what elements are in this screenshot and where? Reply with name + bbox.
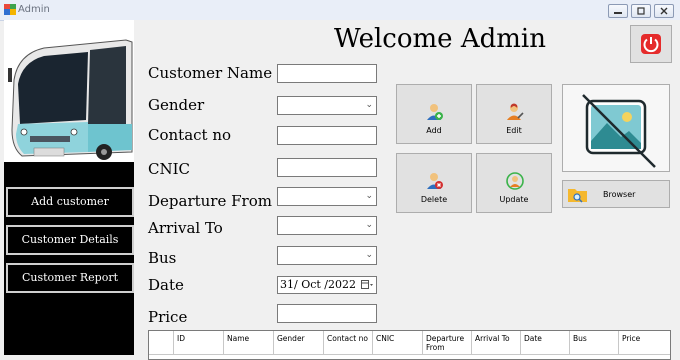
row-header-corner bbox=[149, 331, 174, 355]
add-button[interactable]: Add bbox=[396, 84, 472, 144]
column-header[interactable]: Date bbox=[521, 331, 570, 355]
update-button-label: Update bbox=[499, 195, 529, 204]
bus-select[interactable]: ⌄ bbox=[277, 246, 377, 265]
date-label: Date bbox=[148, 276, 184, 294]
update-user-icon bbox=[506, 172, 524, 190]
contact-input[interactable] bbox=[277, 126, 377, 145]
cnic-input[interactable] bbox=[277, 158, 377, 177]
maximize-button[interactable] bbox=[631, 4, 651, 18]
sidebar: Add customer Customer Details Customer R… bbox=[4, 20, 134, 355]
bus-image bbox=[4, 20, 134, 162]
edit-button-label: Edit bbox=[506, 126, 522, 135]
window-titlebar: Admin bbox=[0, 0, 680, 21]
maximize-icon bbox=[637, 7, 645, 15]
column-header[interactable]: Bus bbox=[570, 331, 619, 355]
bus-icon bbox=[8, 39, 133, 160]
customer-name-input[interactable] bbox=[277, 64, 377, 83]
delete-button[interactable]: Delete bbox=[396, 153, 472, 213]
column-header[interactable]: Gender bbox=[274, 331, 324, 355]
add-button-label: Add bbox=[426, 126, 442, 135]
minimize-icon bbox=[614, 12, 622, 14]
bus-label: Bus bbox=[148, 249, 177, 267]
browse-button-label: Browser bbox=[603, 190, 636, 199]
update-button[interactable]: Update bbox=[476, 153, 552, 213]
chevron-down-icon: ⌄ bbox=[365, 100, 373, 110]
cnic-label: CNIC bbox=[148, 160, 191, 178]
minimize-button[interactable] bbox=[608, 4, 628, 18]
column-header[interactable]: Name bbox=[224, 331, 274, 355]
main-panel: Welcome Admin Customer Name Gender Conta… bbox=[134, 20, 680, 360]
gender-select[interactable]: ⌄ bbox=[277, 96, 377, 115]
browse-button[interactable]: Browser bbox=[562, 180, 670, 208]
chevron-down-icon: ⌄ bbox=[365, 220, 373, 230]
folder-search-icon bbox=[568, 189, 587, 203]
customer-details-button[interactable]: Customer Details bbox=[6, 225, 134, 255]
column-header[interactable]: ID bbox=[174, 331, 224, 355]
power-button[interactable] bbox=[630, 25, 672, 63]
customer-photo bbox=[562, 84, 670, 172]
customer-name-label: Customer Name bbox=[148, 64, 273, 82]
price-input[interactable] bbox=[277, 304, 377, 323]
window-title: Admin bbox=[18, 4, 50, 15]
customer-report-button[interactable]: Customer Report bbox=[6, 263, 134, 293]
column-header[interactable]: Arrival To bbox=[472, 331, 521, 355]
delete-user-icon bbox=[427, 173, 443, 189]
column-header[interactable]: Price bbox=[619, 331, 670, 355]
column-header[interactable]: Departure From bbox=[423, 331, 472, 355]
date-picker[interactable]: 31/ Oct /2022 bbox=[277, 276, 377, 294]
no-image-icon bbox=[582, 94, 656, 168]
app-icon bbox=[4, 4, 16, 15]
departure-label: Departure From bbox=[148, 192, 272, 210]
edit-user-icon bbox=[507, 103, 524, 120]
page-title: Welcome Admin bbox=[334, 24, 546, 54]
arrival-select[interactable]: ⌄ bbox=[277, 216, 377, 235]
edit-button[interactable]: Edit bbox=[476, 84, 552, 144]
chevron-down-icon: ⌄ bbox=[365, 250, 373, 260]
arrival-label: Arrival To bbox=[148, 219, 223, 237]
column-header[interactable]: Contact no bbox=[324, 331, 373, 355]
contact-label: Contact no bbox=[148, 126, 232, 144]
column-header[interactable]: CNIC bbox=[373, 331, 423, 355]
close-button[interactable] bbox=[654, 4, 674, 18]
gender-label: Gender bbox=[148, 96, 205, 114]
calendar-icon[interactable] bbox=[361, 280, 373, 290]
customer-table[interactable]: ID Name Gender Contact no CNIC Departure… bbox=[148, 330, 671, 360]
price-label: Price bbox=[148, 308, 188, 326]
chevron-down-icon: ⌄ bbox=[365, 191, 373, 201]
departure-select[interactable]: ⌄ bbox=[277, 187, 377, 206]
add-user-icon bbox=[427, 104, 443, 120]
delete-button-label: Delete bbox=[420, 195, 448, 204]
add-customer-button[interactable]: Add customer bbox=[6, 187, 134, 217]
close-icon bbox=[660, 7, 668, 15]
power-icon bbox=[641, 34, 661, 54]
date-value: 31/ Oct /2022 bbox=[280, 278, 356, 291]
